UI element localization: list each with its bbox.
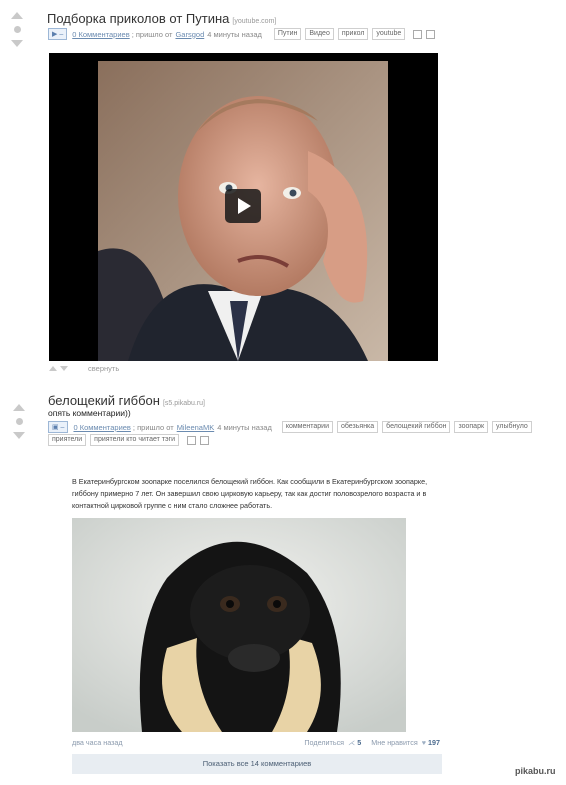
card-footer-meta: два часа назад Поделиться ⋌ 5 Мне нравит… [72,738,440,747]
heart-icon: ♥ [421,738,426,747]
post-2-expand-control[interactable]: ▣ – [48,421,69,433]
grid-icon[interactable] [426,29,436,39]
post-1-title[interactable]: Подборка приколов от Путина [47,11,229,26]
bookmark-icon[interactable] [187,435,197,445]
post-2-tag[interactable]: обезьянка [336,421,379,433]
play-icon [238,198,251,214]
post-1-author[interactable]: Garsgod [175,30,204,39]
post-2-tag[interactable]: комментарии [281,421,333,433]
post-2-source[interactable]: [s5.pikabu.ru] [163,400,205,407]
post-1-tag[interactable]: youtube [372,28,406,40]
post-2-time: 4 минуты назад [217,422,272,432]
post-1-meta: ▶ – 0 Комментариев ; пришло от Garsgod 4… [48,28,436,40]
post-2-tag[interactable]: улыбнуло [492,421,532,433]
like-count: 197 [428,738,440,747]
post-2-author[interactable]: MileenaMK [177,423,215,432]
vote-dot-icon [13,26,21,33]
post-2-tag[interactable]: зоопарк [454,421,489,433]
post-1-time: 4 минуты назад [207,29,262,39]
vote-up-icon[interactable] [13,404,25,411]
post-2-tag[interactable]: белощекий гиббон [382,421,451,433]
post-2-tag[interactable]: приятели [48,434,87,446]
share-button[interactable]: Поделиться [304,738,344,747]
video-player[interactable] [49,53,438,361]
post-2-tag[interactable]: приятели кто читает тэги [90,434,180,446]
small-up-icon[interactable] [49,366,57,371]
post-2-title-line: белощекий гиббон [s5.pikabu.ru] [48,393,205,408]
vote-down-icon[interactable] [11,40,23,47]
post-2-meta-line2: приятели приятели кто читает тэги [48,434,210,446]
vote-up-icon[interactable] [11,12,23,19]
show-all-comments-button[interactable]: Показать все 14 комментариев [72,754,442,774]
share-icon: ⋌ [348,738,356,747]
post-1-source[interactable]: [youtube.com] [232,18,276,25]
bookmark-icon[interactable] [413,29,423,39]
small-down-icon[interactable] [60,366,68,371]
post-1-tag[interactable]: Путин [273,28,302,40]
like-button[interactable]: Мне нравится [371,738,417,747]
post-1-title-line: Подборка приколов от Путина [youtube.com] [47,11,276,26]
post-1-vote [10,12,24,47]
pikabu-watermark: pikabu.ru [515,766,556,776]
post-2-comments-link[interactable]: 0 Комментариев [73,423,130,432]
post-2-title[interactable]: белощекий гиббон [48,393,160,408]
collapse-link[interactable]: свернуть [88,364,119,373]
post-1-comments-link[interactable]: 0 Комментариев [72,30,129,39]
gibbon-photo [72,518,406,732]
share-count: 5 [357,738,362,747]
post-1-came-from: ; пришло от [131,29,173,39]
card-text: В Екатеринбургском зоопарке поселился бе… [72,477,428,510]
vote-dot-icon [15,418,23,425]
post-2-vote [12,404,26,439]
post-1-tag[interactable]: Видео [305,28,334,40]
vote-down-icon[interactable] [13,432,25,439]
collapse-row: свернуть [49,364,119,373]
gibbon-image [72,518,406,732]
post-2-subtitle: опять комментарии)) [48,408,131,418]
grid-icon[interactable] [200,435,210,445]
post-1-tag[interactable]: прикол [337,28,369,40]
play-button[interactable] [225,189,261,223]
post-2-meta: ▣ – 0 Комментариев ; пришло от MileenaMK… [48,421,532,433]
post-1-expand-control[interactable]: ▶ – [48,28,68,40]
card-time: два часа назад [72,738,123,747]
post-2-came-from: ; пришло от [132,422,174,432]
